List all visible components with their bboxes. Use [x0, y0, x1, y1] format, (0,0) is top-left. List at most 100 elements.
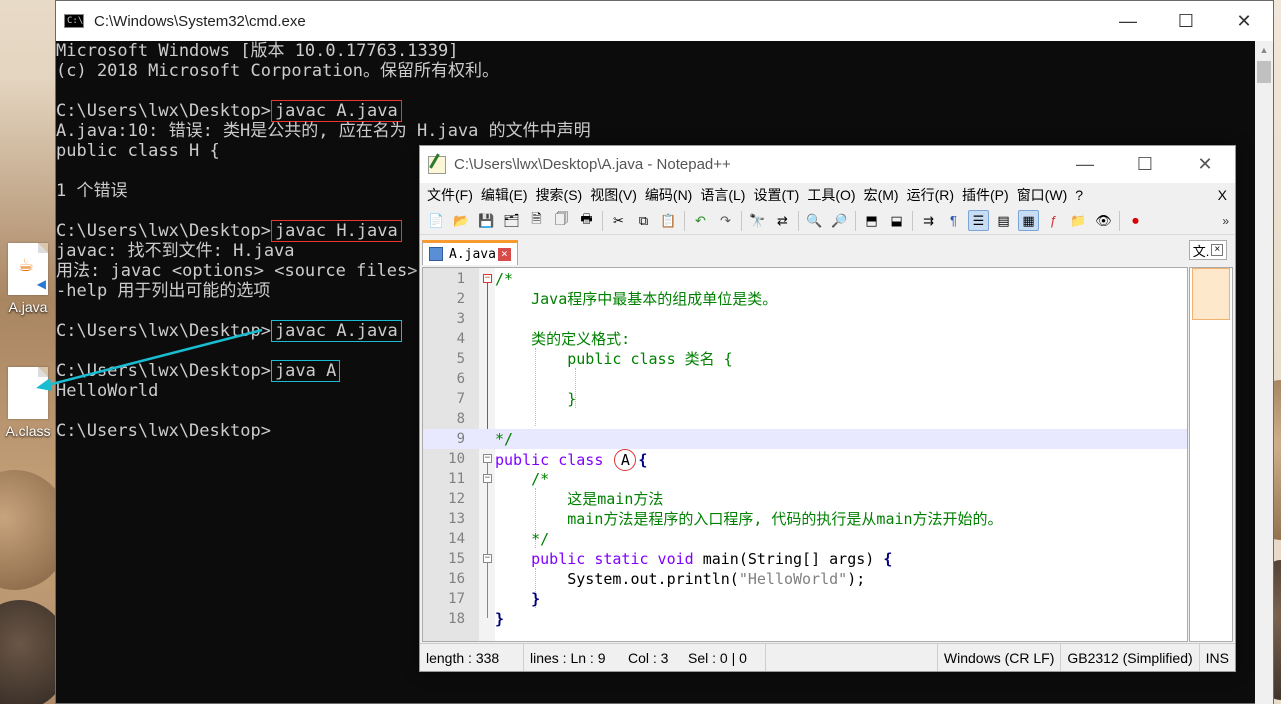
status-col: Col : 3 [628, 649, 669, 666]
status-encoding[interactable]: GB2312 (Simplified) [1061, 644, 1200, 671]
toolbar-overflow-icon[interactable]: » [1222, 214, 1229, 228]
code-token: */ [495, 530, 550, 548]
fold-toggle-icon[interactable]: − [483, 274, 492, 283]
fold-toggle-icon[interactable]: − [483, 454, 492, 463]
code-line[interactable]: 6 [423, 369, 1187, 389]
desktop-icon-a-java[interactable]: ☕ ◀ A.java [0, 243, 58, 315]
tab-a-java[interactable]: A.java × [422, 240, 518, 265]
code-line[interactable]: 1 −/* [423, 269, 1187, 289]
tab-bar: A.java × 文. × [420, 235, 1235, 265]
panel-close-icon[interactable]: × [1211, 244, 1224, 256]
code-line[interactable]: 3 [423, 309, 1187, 329]
user-language-icon[interactable]: ▤ [993, 210, 1014, 231]
console-line: A.java:10: 错误: 类H是公共的, 应在名为 H.java 的文件中声… [56, 121, 1255, 141]
toolbar-separator [855, 210, 856, 231]
code-line[interactable]: 11 − /* [423, 469, 1187, 489]
minimize-button[interactable]: — [1099, 1, 1157, 41]
status-insert-mode[interactable]: INS [1200, 644, 1235, 671]
code-line[interactable]: 10 − public class A{ [423, 449, 1187, 471]
code-line[interactable]: 15 − public static void main(String[] arg… [423, 549, 1187, 569]
word-wrap-icon[interactable]: ⇉ [918, 210, 939, 231]
folder-workspace-icon[interactable]: 📁 [1068, 210, 1089, 231]
document-map-panel[interactable] [1189, 267, 1233, 642]
desktop-icon-a-class[interactable]: A.class [0, 367, 58, 439]
code-line[interactable]: 4 类的定义格式: [423, 329, 1187, 349]
record-macro-icon[interactable]: ⏺ [1125, 210, 1146, 231]
new-file-icon[interactable]: 📄 [426, 210, 447, 231]
scrollbar-thumb[interactable] [1257, 61, 1271, 83]
sync-vertical-icon[interactable]: ⬒ [861, 210, 882, 231]
sync-horizontal-icon[interactable]: ⬓ [886, 210, 907, 231]
line-number: 7 [456, 391, 465, 407]
replace-icon[interactable]: ⇄ [772, 210, 793, 231]
cmd-titlebar[interactable]: C:\ C:\Windows\System32\cmd.exe — ☐ ✕ [56, 1, 1273, 41]
save-all-icon[interactable]: 🗂 [501, 210, 522, 231]
status-eol[interactable]: Windows (CR LF) [936, 644, 1062, 671]
document-map-icon[interactable]: ▦ [1018, 210, 1039, 231]
code-line[interactable]: 13 main方法是程序的入口程序, 代码的执行是从main方法开始的。 [423, 509, 1187, 529]
minimize-button[interactable]: — [1055, 146, 1115, 183]
highlighted-command: java A [270, 360, 341, 382]
code-content: } [495, 609, 504, 629]
cmd-scrollbar[interactable]: ▲ [1255, 41, 1273, 704]
menu-item[interactable]: 设置(T) [752, 185, 806, 205]
code-line[interactable]: 14 */ [423, 529, 1187, 549]
line-number: 13 [448, 511, 465, 527]
line-number: 12 [448, 491, 465, 507]
close-button[interactable]: ✕ [1215, 1, 1273, 41]
close-button[interactable]: ✕ [1175, 146, 1235, 183]
menu-item[interactable]: 运行(R) [906, 185, 961, 205]
close-all-icon[interactable]: 🗍 [551, 210, 572, 231]
menu-item[interactable]: 搜索(S) [535, 185, 590, 205]
scroll-up-icon[interactable]: ▲ [1255, 41, 1273, 59]
menu-item[interactable]: 窗口(W) [1016, 185, 1075, 205]
code-line[interactable]: 12 这是main方法 [423, 489, 1187, 509]
code-line[interactable]: 17 } [423, 589, 1187, 609]
find-icon[interactable]: 🔭 [747, 210, 768, 231]
redo-icon[interactable]: ↷ [715, 210, 736, 231]
code-line[interactable]: 8 [423, 409, 1187, 429]
menu-item[interactable]: 工具(O) [806, 185, 862, 205]
menu-item[interactable]: 宏(M) [863, 185, 906, 205]
copy-icon[interactable]: ⧉ [633, 210, 654, 231]
notepadpp-titlebar[interactable]: C:\Users\lwx\Desktop\A.java - Notepad++ … [420, 146, 1235, 183]
document-map-viewport[interactable] [1192, 268, 1230, 320]
tab-close-icon[interactable]: × [497, 247, 511, 261]
notepadpp-window[interactable]: C:\Users\lwx\Desktop\A.java - Notepad++ … [419, 145, 1236, 672]
menu-item[interactable]: 编码(N) [644, 185, 699, 205]
menu-item[interactable]: ? [1074, 187, 1090, 203]
open-file-icon[interactable]: 📂 [451, 210, 472, 231]
show-all-chars-icon[interactable]: ¶ [943, 210, 964, 231]
fold-toggle-icon[interactable]: − [483, 554, 492, 563]
close-file-icon[interactable]: 🗎 [526, 210, 547, 231]
code-line[interactable]: 2 Java程序中最基本的组成单位是类。 [423, 289, 1187, 309]
menu-item[interactable]: 插件(P) [961, 185, 1016, 205]
code-content: */ [495, 429, 513, 449]
print-icon[interactable]: 🖶 [576, 210, 597, 231]
code-line[interactable]: 18} [423, 609, 1187, 629]
maximize-button[interactable]: ☐ [1157, 1, 1215, 41]
close-document-x[interactable]: X [1218, 187, 1227, 203]
function-list-icon[interactable]: ƒ [1043, 210, 1064, 231]
cut-icon[interactable]: ✂ [608, 210, 629, 231]
save-icon[interactable]: 💾 [476, 210, 497, 231]
menu-item[interactable]: 语言(L) [699, 185, 752, 205]
code-line[interactable]: 7 } [423, 389, 1187, 409]
code-line[interactable]: 9 */ [423, 429, 1187, 449]
undo-icon[interactable]: ↶ [690, 210, 711, 231]
menu-item[interactable]: 视图(V) [589, 185, 644, 205]
indent-guide-icon[interactable]: ☰ [968, 210, 989, 231]
code-line[interactable]: 16 System.out.println("HelloWorld"); [423, 569, 1187, 589]
console-text: C:\Users\lwx\Desktop> [56, 421, 271, 441]
fold-toggle-icon[interactable]: − [483, 474, 492, 483]
maximize-button[interactable]: ☐ [1115, 146, 1175, 183]
zoom-out-icon[interactable]: 🔎 [829, 210, 850, 231]
code-editor[interactable]: 1−/* 2 Java程序中最基本的组成单位是类。 3 4 类的定义格式: 5 publ… [422, 267, 1188, 642]
code-line[interactable]: 5 public class 类名 { [423, 349, 1187, 369]
paste-icon[interactable]: 📋 [658, 210, 679, 231]
monitoring-icon[interactable]: 👁 [1093, 210, 1114, 231]
menu-item[interactable]: 文件(F) [426, 185, 480, 205]
zoom-in-icon[interactable]: 🔍 [804, 210, 825, 231]
document-map-panel-tab[interactable]: 文. × [1189, 240, 1227, 260]
menu-item[interactable]: 编辑(E) [480, 185, 535, 205]
